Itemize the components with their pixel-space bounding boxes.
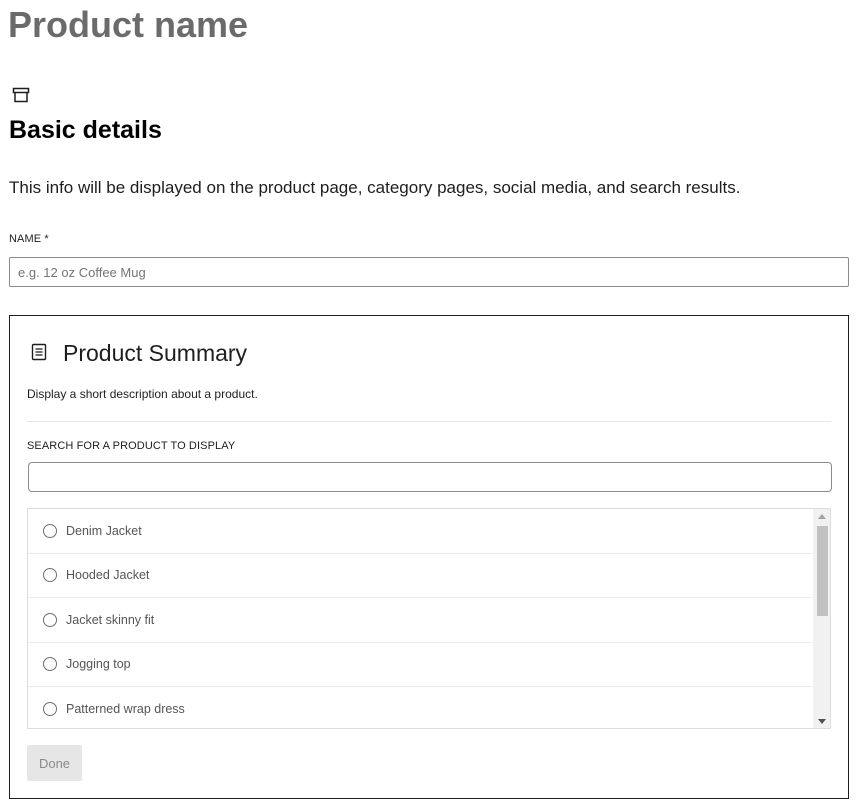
scrollbar-thumb[interactable]	[817, 526, 828, 616]
document-icon	[31, 343, 47, 361]
product-search-label: SEARCH FOR A PRODUCT TO DISPLAY	[27, 440, 236, 452]
product-option-label: Jogging top	[66, 657, 131, 672]
archive-icon	[12, 87, 30, 103]
product-summary-title: Product Summary	[63, 340, 248, 366]
product-list: Denim Jacket Hooded Jacket Jacket skinny…	[27, 508, 831, 729]
product-summary-description: Display a short description about a prod…	[27, 387, 258, 401]
radio-button[interactable]	[43, 701, 57, 716]
product-option-label: Hooded Jacket	[66, 568, 150, 583]
list-scrollbar[interactable]	[813, 509, 830, 728]
product-editor-page: Product name Basic details This info wil…	[0, 0, 856, 804]
product-summary-block: Product Summary Display a short descript…	[9, 315, 849, 799]
basic-details-heading: Basic details	[9, 116, 162, 144]
scroll-up-arrow-icon[interactable]	[814, 509, 830, 523]
name-field[interactable]	[9, 257, 849, 287]
radio-button[interactable]	[43, 657, 57, 672]
product-search-input[interactable]	[28, 462, 832, 492]
basic-details-description: This info will be displayed on the produ…	[9, 178, 741, 197]
name-field-label: NAME *	[9, 233, 49, 245]
radio-button[interactable]	[43, 523, 57, 538]
product-option-label: Patterned wrap dress	[66, 701, 185, 716]
page-title[interactable]: Product name	[8, 0, 848, 48]
radio-button[interactable]	[43, 612, 57, 627]
product-options: Denim Jacket Hooded Jacket Jacket skinny…	[28, 509, 812, 728]
product-option-label: Jacket skinny fit	[66, 612, 155, 627]
product-option-jacket-skinny-fit[interactable]: Jacket skinny fit	[28, 598, 812, 643]
radio-button[interactable]	[43, 568, 57, 583]
done-button[interactable]: Done	[27, 745, 82, 781]
product-option-jogging-top[interactable]: Jogging top	[28, 643, 812, 687]
product-option-hooded-jacket[interactable]: Hooded Jacket	[28, 554, 812, 598]
product-option-denim-jacket[interactable]: Denim Jacket	[28, 509, 812, 554]
product-option-label: Denim Jacket	[66, 523, 142, 538]
divider	[27, 421, 831, 422]
product-option-patterned-wrap-dress[interactable]: Patterned wrap dress	[28, 687, 812, 728]
scroll-down-arrow-icon[interactable]	[814, 714, 830, 728]
